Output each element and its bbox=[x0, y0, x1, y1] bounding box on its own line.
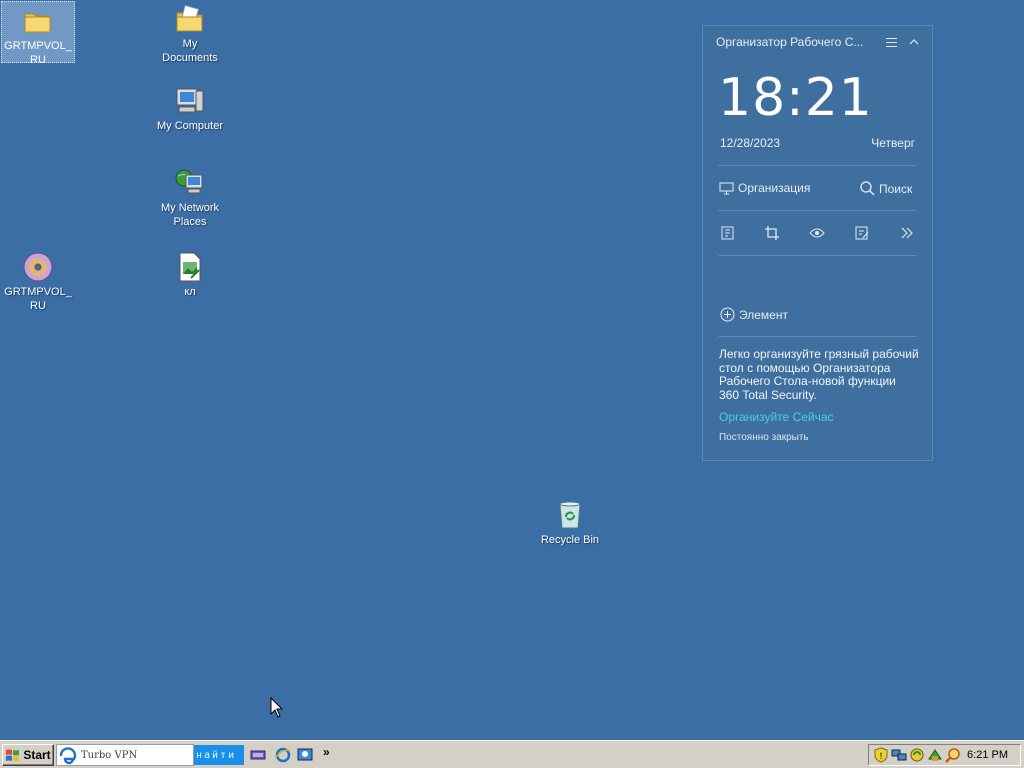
add-item-button[interactable]: Элемент bbox=[720, 307, 788, 322]
edge-browser-icon bbox=[59, 747, 77, 765]
divider bbox=[718, 336, 917, 337]
vpn-label: Turbo VPN bbox=[81, 749, 138, 761]
image-file-icon bbox=[174, 251, 206, 283]
turbo-vpn-taskbar-button[interactable]: Turbo VPN bbox=[56, 744, 194, 766]
divider bbox=[718, 255, 917, 256]
network-places-icon bbox=[174, 167, 206, 199]
add-item-label: Элемент bbox=[739, 307, 788, 322]
taskbar-app-icon[interactable] bbox=[250, 748, 266, 768]
folder-icon bbox=[22, 5, 54, 37]
search-icon bbox=[860, 181, 875, 196]
magnifier-icon[interactable] bbox=[945, 747, 961, 763]
crop-icon[interactable] bbox=[764, 225, 780, 241]
search-button[interactable]: Поиск bbox=[860, 181, 912, 196]
organize-button[interactable]: Организация bbox=[719, 181, 810, 195]
widget-header: Организатор Рабочего С... bbox=[716, 35, 921, 53]
update-icon[interactable] bbox=[909, 747, 925, 763]
desktop-icon-grtmpvol-cd[interactable]: GRTMPVOL_ RU bbox=[0, 251, 76, 313]
cd-drive-icon bbox=[22, 251, 54, 283]
mouse-cursor-icon bbox=[270, 697, 284, 718]
desktop-icon-recycle-bin[interactable]: Recycle Bin bbox=[532, 499, 608, 547]
desktop-organizer-widget: Организатор Рабочего С... 18:21 12/28/20… bbox=[702, 25, 933, 461]
icon-label: My Network Places bbox=[160, 202, 220, 228]
quicklaunch-overflow-icon[interactable]: » bbox=[323, 745, 330, 759]
network-icon[interactable] bbox=[891, 747, 907, 763]
search-label: Поиск bbox=[879, 181, 913, 196]
system-tray: ! 6:21 PM bbox=[868, 744, 1021, 766]
desktop-icon-network-places[interactable]: My Network Places bbox=[152, 167, 228, 229]
eye-icon[interactable] bbox=[809, 225, 825, 241]
widget-clock: 18:21 bbox=[718, 68, 873, 128]
desktop-icon-my-computer[interactable]: My Computer bbox=[152, 85, 228, 133]
desktop-icon-my-documents[interactable]: My Documents bbox=[152, 3, 228, 65]
icon-label: GRTMPVOL_ RU bbox=[4, 40, 72, 66]
icon-label: кл bbox=[184, 286, 196, 298]
my-documents-icon bbox=[174, 3, 206, 35]
document-icon[interactable] bbox=[720, 225, 736, 241]
widget-weekday: Четверг bbox=[871, 136, 915, 150]
desktop: GRTMPVOL_ RU My Documents My Computer My… bbox=[0, 0, 1024, 740]
divider bbox=[718, 210, 917, 211]
recycle-bin-icon bbox=[554, 499, 586, 531]
show-desktop-icon[interactable] bbox=[297, 747, 313, 768]
icon-label: Recycle Bin bbox=[540, 534, 600, 546]
divider bbox=[718, 165, 917, 166]
icon-label: My Computer bbox=[156, 120, 224, 132]
tray-app-icon[interactable] bbox=[927, 747, 943, 763]
edit-note-icon[interactable] bbox=[854, 225, 870, 241]
svg-text:!: ! bbox=[880, 751, 883, 761]
promo-text: Легко организуйте грязный рабочий стол с… bbox=[719, 347, 919, 402]
organize-now-link[interactable]: Организуйте Сейчас bbox=[719, 410, 834, 424]
security-shield-icon[interactable]: ! bbox=[873, 747, 889, 763]
taskbar: Start Turbo VPN найти » ! 6:21 PM bbox=[0, 740, 1024, 768]
chevron-up-icon[interactable] bbox=[909, 37, 919, 47]
close-forever-link[interactable]: Постоянно закрыть bbox=[719, 432, 809, 443]
desktop-icon-grtmpvol-folder[interactable]: GRTMPVOL_ RU bbox=[1, 1, 75, 66]
menu-icon[interactable] bbox=[886, 38, 897, 47]
monitor-icon bbox=[719, 182, 734, 194]
double-chevron-right-icon[interactable] bbox=[899, 225, 915, 241]
icon-label: My Documents bbox=[162, 38, 218, 64]
plus-circle-icon bbox=[720, 307, 735, 322]
icon-label: GRTMPVOL_ RU bbox=[4, 286, 72, 312]
start-label: Start bbox=[23, 748, 51, 762]
windows-logo-icon bbox=[6, 749, 20, 762]
my-computer-icon bbox=[174, 85, 206, 117]
internet-explorer-icon[interactable] bbox=[275, 747, 291, 768]
start-button[interactable]: Start bbox=[2, 744, 54, 766]
widget-date: 12/28/2023 bbox=[720, 136, 781, 150]
desktop-icon-kl[interactable]: кл bbox=[152, 251, 228, 299]
taskbar-clock[interactable]: 6:21 PM bbox=[967, 749, 1008, 761]
widget-title: Организатор Рабочего С... bbox=[716, 35, 864, 49]
find-button[interactable]: найти bbox=[194, 745, 244, 765]
organize-label: Организация bbox=[738, 181, 811, 195]
